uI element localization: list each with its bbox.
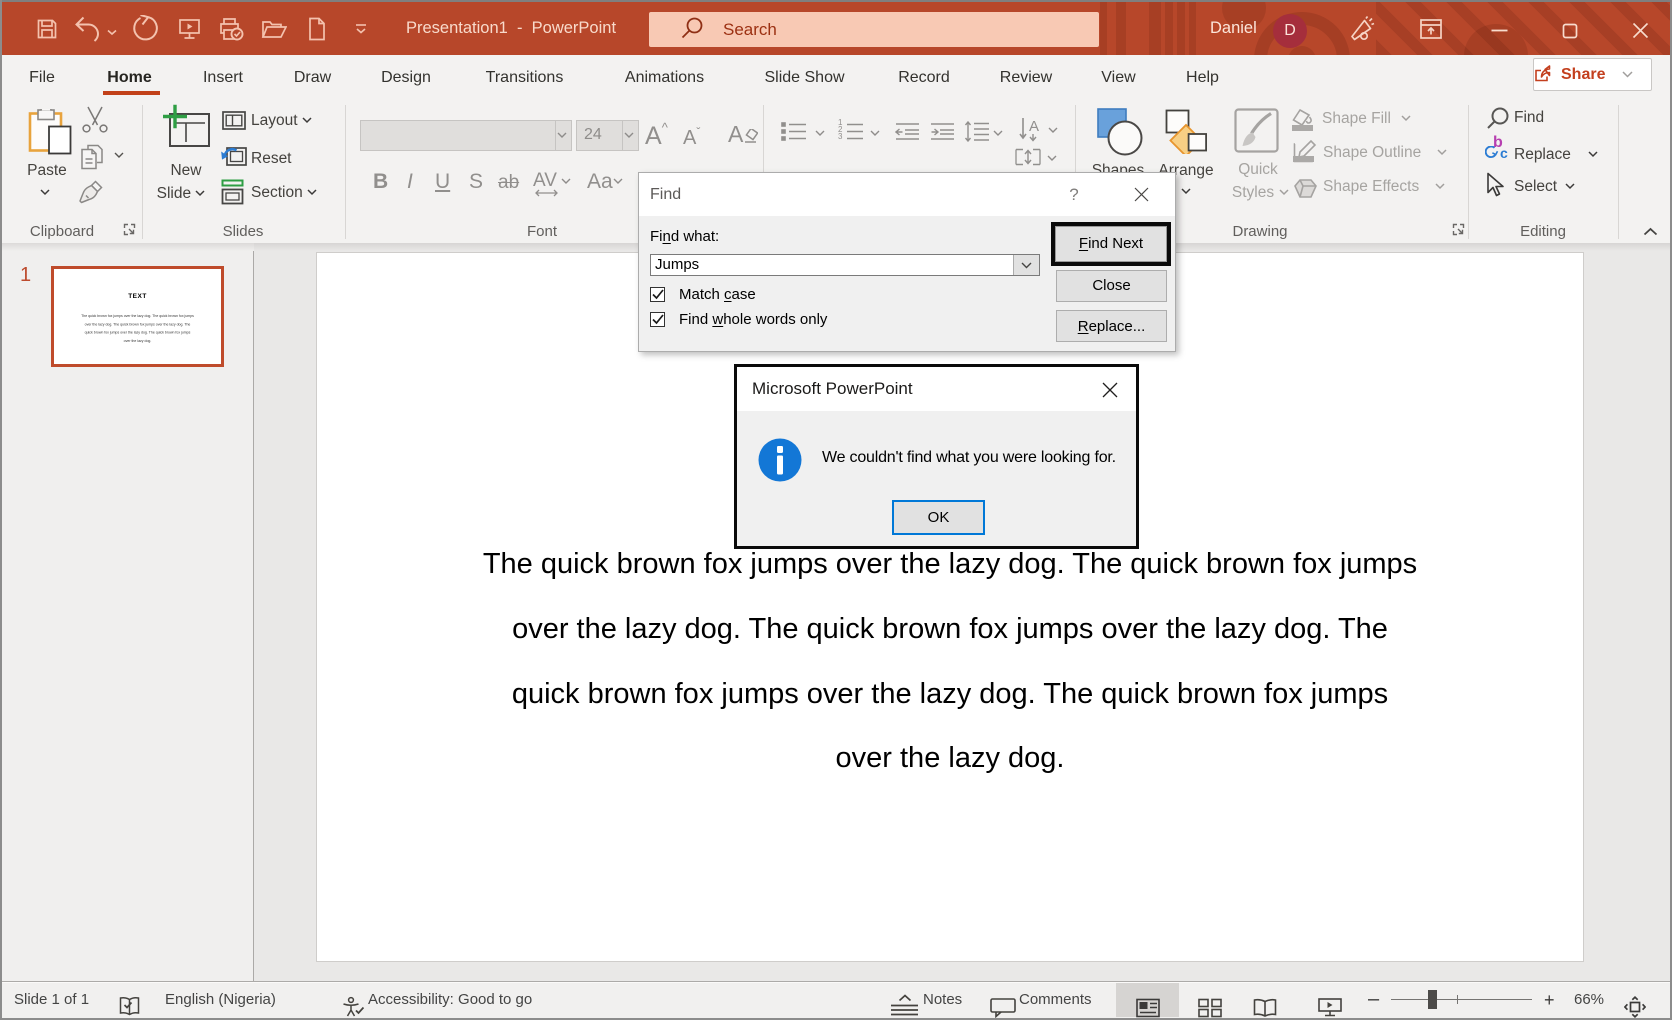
svg-text:A: A	[1029, 118, 1039, 135]
